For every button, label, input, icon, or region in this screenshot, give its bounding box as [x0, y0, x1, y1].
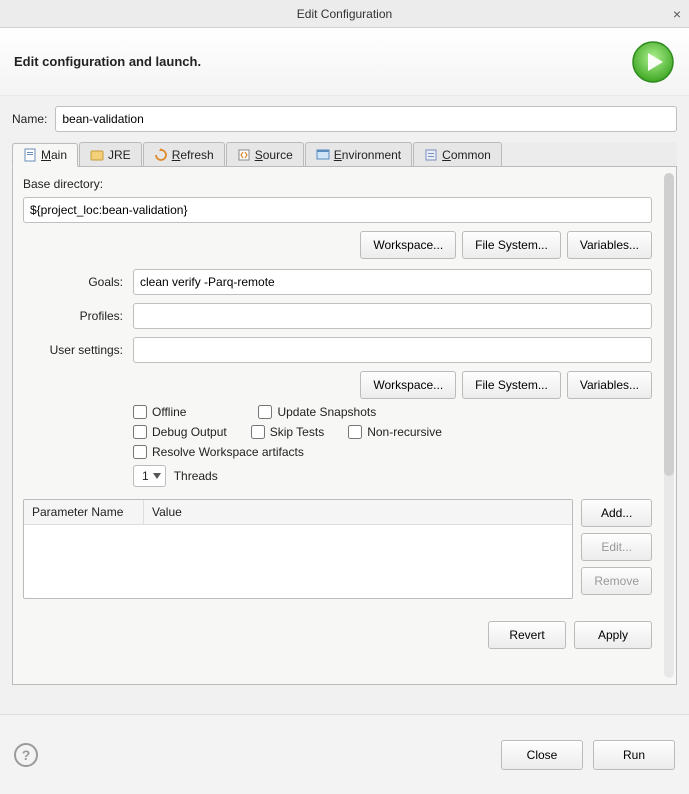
parameters-table[interactable]: Parameter Name Value: [23, 499, 573, 599]
user-settings-label: User settings:: [23, 343, 123, 357]
footer-buttons: Close Run: [501, 740, 675, 770]
goals-input[interactable]: [133, 269, 652, 295]
tab-strip: Main JRE Refresh Source Environment Comm…: [12, 142, 677, 167]
name-label: Name:: [12, 112, 47, 126]
profiles-input[interactable]: [133, 303, 652, 329]
user-settings-input[interactable]: [133, 337, 652, 363]
profiles-label: Profiles:: [23, 309, 123, 323]
variables-button[interactable]: Variables...: [567, 231, 652, 259]
parameters-section: Parameter Name Value Add... Edit... Remo…: [23, 499, 652, 599]
update-snapshots-checkbox[interactable]: Update Snapshots: [258, 405, 376, 419]
form-grid: Goals: Profiles: User settings:: [23, 269, 652, 363]
apply-button[interactable]: Apply: [574, 621, 652, 649]
goals-label: Goals:: [23, 275, 123, 289]
help-icon[interactable]: ?: [14, 743, 38, 767]
run-icon: [631, 40, 675, 84]
col-value: Value: [144, 500, 572, 524]
name-row: Name:: [12, 106, 677, 132]
chevron-down-icon: [153, 473, 161, 479]
threads-spinner[interactable]: 1: [133, 465, 166, 487]
dialog-title: Edit Configuration: [297, 7, 392, 21]
document-icon: [23, 148, 37, 162]
main-panel: Base directory: Workspace... File System…: [12, 167, 677, 685]
tab-common[interactable]: Common: [413, 142, 502, 166]
add-button[interactable]: Add...: [581, 499, 652, 527]
col-parameter-name: Parameter Name: [24, 500, 144, 524]
header: Edit configuration and launch.: [0, 28, 689, 96]
threads-row: 1 Threads: [133, 465, 666, 487]
jre-icon: [90, 148, 104, 162]
revert-button[interactable]: Revert: [488, 621, 566, 649]
tab-refresh[interactable]: Refresh: [143, 142, 225, 166]
remove-button[interactable]: Remove: [581, 567, 652, 595]
checkboxes: Offline Update Snapshots Debug Output Sk…: [133, 405, 666, 459]
workspace-button-2[interactable]: Workspace...: [360, 371, 456, 399]
close-button[interactable]: Close: [501, 740, 583, 770]
skip-tests-checkbox[interactable]: Skip Tests: [251, 425, 324, 439]
refresh-icon: [154, 148, 168, 162]
user-settings-buttons: Workspace... File System... Variables...: [23, 371, 652, 399]
debug-output-checkbox[interactable]: Debug Output: [133, 425, 227, 439]
resolve-workspace-checkbox[interactable]: Resolve Workspace artifacts: [133, 445, 304, 459]
tab-jre-label: JRE: [108, 148, 131, 162]
variables-button-2[interactable]: Variables...: [567, 371, 652, 399]
base-dir-buttons: Workspace... File System... Variables...: [23, 231, 652, 259]
scrollbar-thumb[interactable]: [664, 173, 674, 476]
close-icon[interactable]: ×: [673, 6, 681, 22]
edit-button[interactable]: Edit...: [581, 533, 652, 561]
main-area: Name: Main JRE Refresh Source Environmen…: [0, 96, 689, 714]
common-icon: [424, 148, 438, 162]
threads-value: 1: [142, 469, 149, 483]
title-bar: Edit Configuration ×: [0, 0, 689, 28]
panel-actions: Revert Apply: [23, 621, 652, 649]
filesystem-button[interactable]: File System...: [462, 231, 561, 259]
tab-source[interactable]: Source: [226, 142, 304, 166]
workspace-button[interactable]: Workspace...: [360, 231, 456, 259]
footer: ? Close Run: [0, 714, 689, 794]
filesystem-button-2[interactable]: File System...: [462, 371, 561, 399]
environment-icon: [316, 148, 330, 162]
offline-checkbox[interactable]: Offline: [133, 405, 186, 419]
non-recursive-checkbox[interactable]: Non-recursive: [348, 425, 442, 439]
source-icon: [237, 148, 251, 162]
name-input[interactable]: [55, 106, 677, 132]
run-button[interactable]: Run: [593, 740, 675, 770]
threads-label: Threads: [174, 469, 218, 483]
base-dir-input[interactable]: [23, 197, 652, 223]
tab-environment[interactable]: Environment: [305, 142, 412, 166]
tab-main[interactable]: Main: [12, 143, 78, 167]
parameter-buttons: Add... Edit... Remove: [581, 499, 652, 599]
scrollbar[interactable]: [664, 173, 674, 678]
header-title: Edit configuration and launch.: [14, 54, 201, 69]
base-dir-label: Base directory:: [23, 177, 666, 191]
tab-jre[interactable]: JRE: [79, 142, 142, 166]
